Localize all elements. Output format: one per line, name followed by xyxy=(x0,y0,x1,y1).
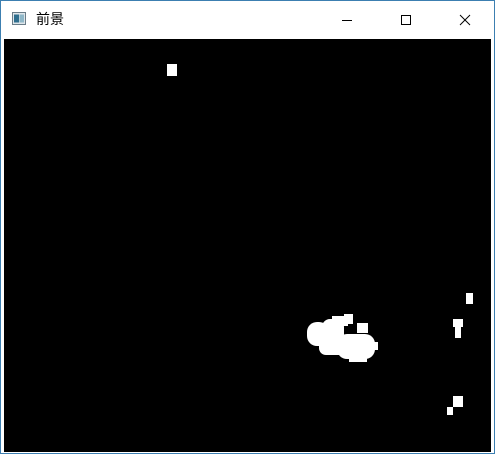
foreground-blob xyxy=(349,356,367,362)
title-bar[interactable]: 前景 xyxy=(1,1,494,39)
foreground-blob xyxy=(453,396,463,407)
minimize-button[interactable] xyxy=(318,1,376,39)
foreground-blob xyxy=(370,342,378,350)
foreground-blob xyxy=(466,293,473,304)
maximize-button[interactable] xyxy=(377,1,435,39)
foreground-blob xyxy=(357,323,368,333)
foreground-mask-canvas xyxy=(4,39,491,452)
maximize-icon xyxy=(401,15,411,25)
foreground-blob xyxy=(344,314,353,324)
foreground-blob xyxy=(167,64,177,76)
app-window-icon xyxy=(12,12,26,25)
window-title: 前景 xyxy=(36,12,64,28)
close-button[interactable] xyxy=(436,1,494,39)
close-icon xyxy=(459,14,471,26)
app-window: 前景 xyxy=(0,0,495,454)
foreground-blob xyxy=(447,407,453,415)
foreground-blob xyxy=(455,326,461,338)
minimize-icon xyxy=(342,20,352,21)
